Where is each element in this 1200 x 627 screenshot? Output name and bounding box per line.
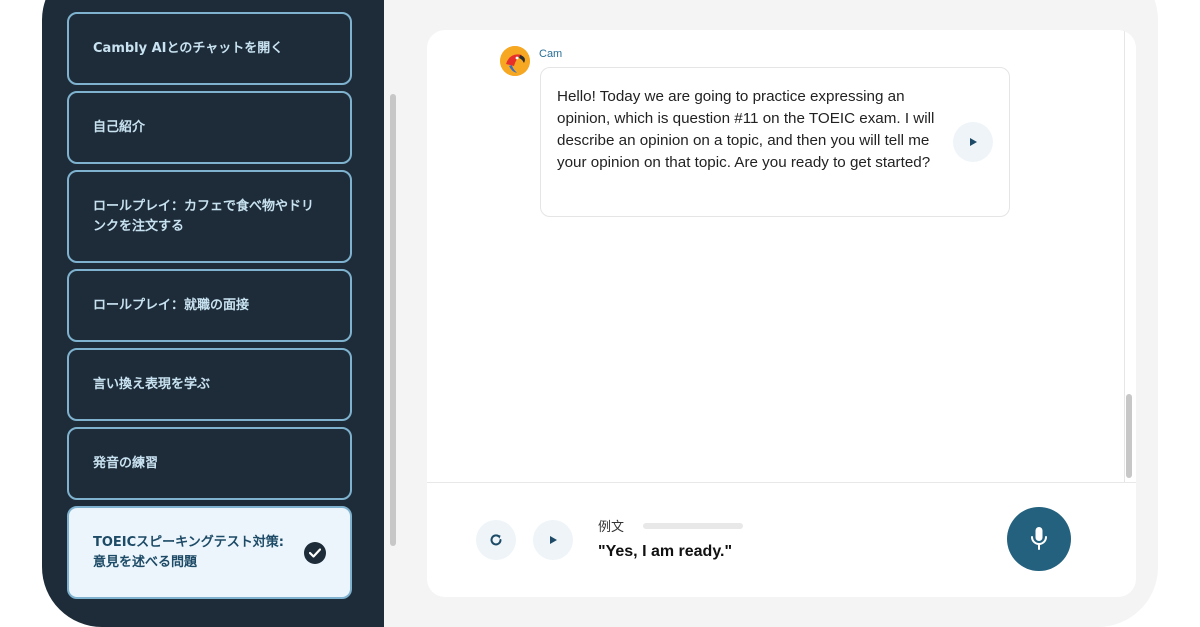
chat-panel: Cam Hello! Today we are going to practic… xyxy=(427,30,1136,597)
sidebar-item-label: ロールプレイ：就職の面接 xyxy=(93,297,250,313)
sidebar-item-label: TOEICスピーキングテスト対策: 意見を述べる問題 xyxy=(93,534,284,570)
play-icon xyxy=(550,536,557,544)
example-progress-bar xyxy=(643,523,743,529)
app-frame: Cambly AIとのチャットを開く 自己紹介 ロールプレイ：カフェで食べ物やド… xyxy=(42,0,1158,627)
example-sentence: "Yes, I am ready." xyxy=(598,543,733,560)
sidebar-item-roleplay-cafe[interactable]: ロールプレイ：カフェで食べ物やドリンクを注文する xyxy=(67,170,352,263)
sidebar: Cambly AIとのチャットを開く 自己紹介 ロールプレイ：カフェで食べ物やド… xyxy=(42,0,384,627)
refresh-icon xyxy=(490,534,502,546)
sidebar-list: Cambly AIとのチャットを開く 自己紹介 ロールプレイ：カフェで食べ物やド… xyxy=(67,12,352,605)
sidebar-item-label: Cambly AIとのチャットを開く xyxy=(93,40,284,56)
checkmark-icon xyxy=(304,541,326,564)
sidebar-item-open-chat[interactable]: Cambly AIとのチャットを開く xyxy=(67,12,352,85)
parrot-avatar xyxy=(500,46,530,76)
message-text: Hello! Today we are going to practice ex… xyxy=(557,88,935,171)
example-label: 例文 xyxy=(598,520,625,535)
example-play-button[interactable] xyxy=(533,520,573,560)
message-play-button[interactable] xyxy=(953,122,993,162)
sidebar-item-self-introduction[interactable]: 自己紹介 xyxy=(67,91,352,164)
sidebar-item-label: ロールプレイ：カフェで食べ物やドリンクを注文する xyxy=(93,198,315,234)
microphone-button[interactable] xyxy=(1007,507,1071,571)
sidebar-item-pronunciation[interactable]: 発音の練習 xyxy=(67,427,352,500)
sender-name: Cam xyxy=(539,48,563,60)
sidebar-item-toeic-opinion[interactable]: TOEICスピーキングテスト対策: 意見を述べる問題 xyxy=(67,506,352,599)
play-icon xyxy=(970,138,977,146)
chat-scrollbar-thumb[interactable] xyxy=(1126,394,1132,478)
sidebar-item-label: 言い換え表現を学ぶ xyxy=(93,376,211,392)
sidebar-scrollbar[interactable] xyxy=(390,94,396,546)
sidebar-item-label: 自己紹介 xyxy=(93,119,146,135)
microphone-icon xyxy=(1031,527,1047,550)
footer-divider xyxy=(427,482,1136,483)
sidebar-item-paraphrasing[interactable]: 言い換え表現を学ぶ xyxy=(67,348,352,421)
refresh-button[interactable] xyxy=(476,520,516,560)
sidebar-item-label: 発音の練習 xyxy=(93,455,159,471)
message-bubble: Hello! Today we are going to practice ex… xyxy=(540,67,1010,217)
sidebar-item-roleplay-interview[interactable]: ロールプレイ：就職の面接 xyxy=(67,269,352,342)
